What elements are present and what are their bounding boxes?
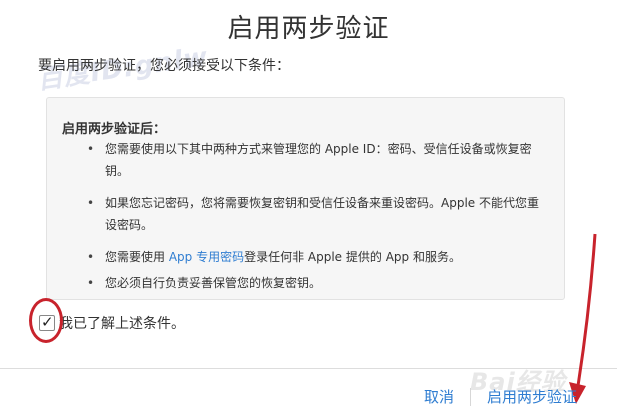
condition-item-app-password: 您需要使用 App 专用密码登录任何非 Apple 提供的 App 和服务。 — [87, 246, 547, 268]
condition-item-app-password-before: 您需要使用 — [105, 250, 169, 264]
condition-item-app-password-after: 登录任何非 Apple 提供的 App 和服务。 — [244, 250, 461, 264]
condition-item-forgot-password: 如果您忘记密码，您将需要恢复密钥和受信任设备来重设密码。Apple 不能代您重设… — [87, 192, 547, 236]
condition-item-manage-apple-id: 您需要使用以下其中两种方式来管理您的 Apple ID：密码、受信任设备或恢复密… — [87, 138, 547, 182]
conditions-heading: 启用两步验证后： — [62, 122, 167, 137]
condition-item-recovery-key: 您必须自行负责妥善保管您的恢复密钥。 — [87, 272, 547, 294]
enable-two-step-button[interactable]: 启用两步验证 — [487, 386, 577, 407]
agree-label[interactable]: 我已了解上述条件。 — [59, 313, 185, 333]
intro-text: 要启用两步验证，您必须接受以下条件： — [38, 58, 290, 74]
footer-button-separator — [470, 388, 471, 406]
cancel-button[interactable]: 取消 — [424, 386, 454, 407]
app-specific-password-link[interactable]: App 专用密码 — [169, 250, 244, 264]
page-title: 启用两步验证 — [227, 14, 390, 44]
red-annotation-circle — [29, 298, 63, 343]
conditions-box: 启用两步验证后： 您需要使用以下其中两种方式来管理您的 Apple ID：密码、… — [46, 97, 565, 300]
